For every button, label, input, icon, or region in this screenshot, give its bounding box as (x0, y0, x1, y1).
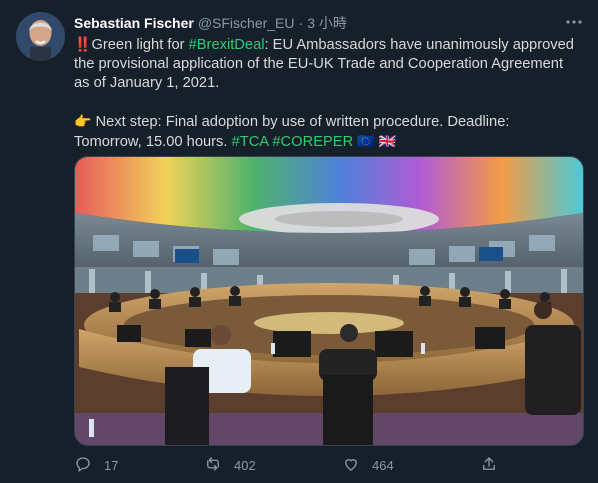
separator-dot: · (298, 15, 304, 31)
tweet-photo[interactable] (74, 156, 584, 446)
tweet-paragraph-1: ‼️Green light for #BrexitDeal: EU Ambass… (74, 35, 579, 93)
share-button[interactable] (480, 455, 498, 476)
hashtag-coreper[interactable]: #COREPER (272, 134, 353, 150)
reply-button[interactable]: 17 (74, 455, 118, 476)
tweet-paragraph-2: 👉 Next step: Final adoption by use of wr… (74, 112, 579, 152)
like-count: 464 (372, 457, 394, 473)
tweet-text: ‼️Green light for #BrexitDeal: EU Ambass… (74, 35, 579, 152)
tweet-text-segment: Green light for (91, 37, 189, 53)
tweet-header: Sebastian Fischer @SFischer_EU · 3 小時 (74, 12, 588, 34)
author-name[interactable]: Sebastian Fischer (74, 15, 194, 31)
avatar[interactable] (16, 12, 65, 61)
reply-icon (74, 455, 92, 476)
uk-flag-emoji: 🇬🇧 (378, 133, 397, 149)
like-button[interactable]: 464 (342, 455, 394, 476)
retweet-icon (204, 455, 222, 476)
reply-count: 17 (104, 457, 119, 473)
share-icon (480, 455, 498, 476)
retweet-count: 402 (234, 457, 256, 473)
more-icon[interactable] (562, 10, 586, 34)
pointing-hand-emoji: 👉 (74, 113, 92, 129)
hashtag-brexitdeal[interactable]: #BrexitDeal (189, 37, 265, 53)
author-handle[interactable]: @SFischer_EU (198, 15, 295, 31)
tweet-actions: 17 402 464 (74, 454, 514, 476)
retweet-button[interactable]: 402 (204, 455, 256, 476)
hashtag-tca[interactable]: #TCA (232, 134, 269, 150)
heart-icon (342, 455, 360, 476)
eu-flag-emoji: 🇪🇺 (357, 133, 375, 149)
tweet-timestamp[interactable]: 3 小時 (307, 13, 347, 33)
double-exclamation-emoji: ‼️ (74, 36, 92, 52)
